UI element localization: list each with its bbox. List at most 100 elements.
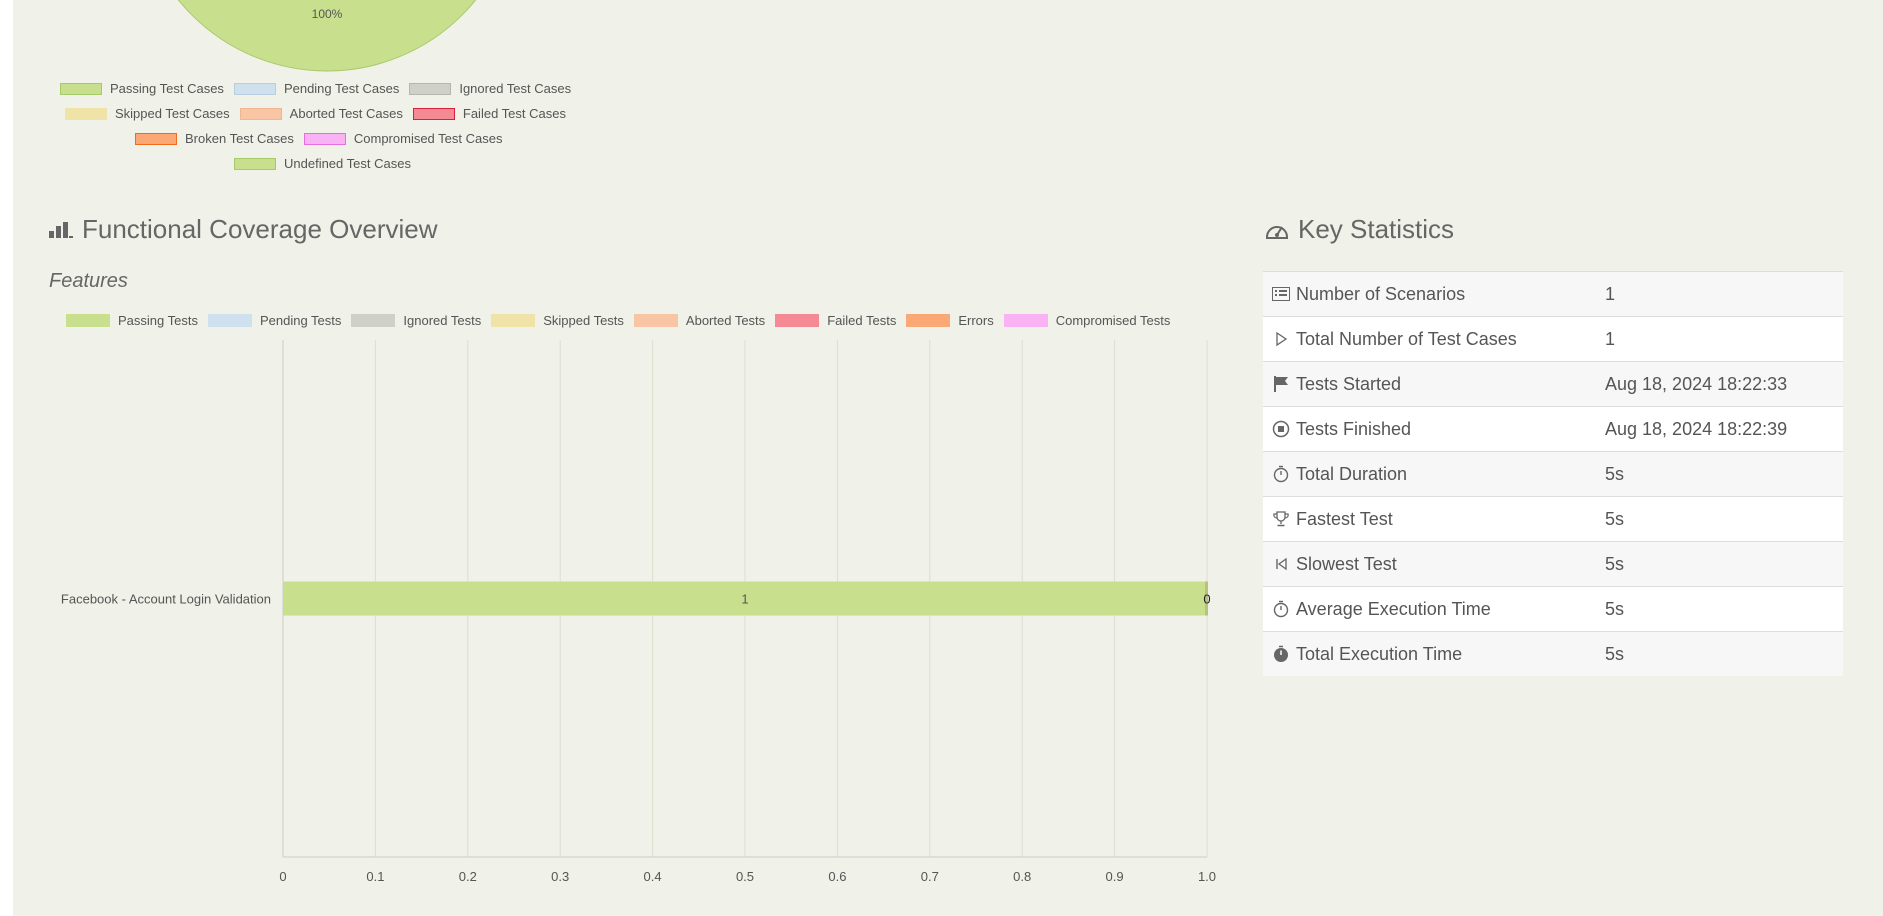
- pie-legend-row-1: Passing Test Cases Pending Test Cases Ig…: [60, 81, 581, 96]
- report-page: 100% Passing Test Cases Pending Test Cas…: [13, 0, 1883, 916]
- trophy-icon: [1272, 510, 1290, 528]
- legend-item[interactable]: Ignored Test Cases: [409, 81, 571, 96]
- stat-value: 1: [1605, 316, 1843, 362]
- x-tick-label: 1.0: [1198, 869, 1216, 884]
- stat-row: Total Number of Test Cases 1: [1263, 316, 1843, 362]
- stat-label-cell: Tests Finished: [1263, 406, 1605, 452]
- stat-label: Total Duration: [1296, 463, 1408, 484]
- chart-legend-swatch: [491, 314, 536, 327]
- stat-value: 5s: [1605, 541, 1843, 587]
- stat-label: Total Execution Time: [1296, 643, 1463, 664]
- legend-swatch: [65, 107, 107, 120]
- features-bar-chart: 0 0.1 0.2 0.3 0.4 0.5 0.6 0.7 0.8 0.9 1.0 Facebook …: [61, 340, 1216, 884]
- legend-swatch: [234, 157, 276, 170]
- x-tick-label: 0.9: [1106, 869, 1124, 884]
- x-tick-label: 0.8: [1013, 869, 1031, 884]
- bar-chart-icon: [48, 221, 74, 239]
- stat-value: 5s: [1605, 496, 1843, 542]
- legend-item[interactable]: Broken Test Cases: [135, 131, 294, 146]
- stat-label: Fastest Test: [1296, 508, 1393, 529]
- y-category-label: Facebook - Account Login Validation: [61, 592, 271, 607]
- chart-legend-item[interactable]: Failed Tests: [775, 313, 896, 328]
- play-icon: [1272, 330, 1290, 348]
- stat-row: Fastest Test 5s: [1263, 496, 1843, 542]
- chart-legend-swatch: [351, 314, 396, 327]
- stat-row: Tests Started Aug 18, 2024 18:22:33: [1263, 361, 1843, 407]
- skip-back-icon: [1272, 555, 1290, 573]
- stat-row: Tests Finished Aug 18, 2024 18:22:39: [1263, 406, 1843, 452]
- stat-label: Average Execution Time: [1296, 598, 1491, 619]
- x-tick-label: 0: [279, 869, 286, 884]
- legend-item[interactable]: Undefined Test Cases: [234, 156, 411, 171]
- legend-swatch: [409, 82, 452, 95]
- legend-swatch: [412, 107, 455, 120]
- stat-label: Number of Scenarios: [1296, 283, 1466, 304]
- x-tick-label: 0.2: [459, 869, 477, 884]
- stat-row: Number of Scenarios 1: [1263, 271, 1843, 317]
- chart-legend-swatch: [633, 314, 678, 327]
- legend-item[interactable]: Compromised Test Cases: [303, 131, 502, 146]
- chart-legend-item[interactable]: Ignored Tests: [351, 313, 481, 328]
- stat-value: 5s: [1605, 631, 1843, 676]
- bar-value-label: 1: [741, 592, 748, 607]
- stat-label: Tests Finished: [1296, 418, 1412, 439]
- stat-label-cell: Total Duration: [1263, 451, 1605, 497]
- stat-row: Slowest Test 5s: [1263, 541, 1843, 587]
- stat-value: Aug 18, 2024 18:22:33: [1605, 361, 1843, 407]
- legend-item[interactable]: Skipped Test Cases: [65, 106, 230, 121]
- stat-row: Total Duration 5s: [1263, 451, 1843, 497]
- chart-legend-item[interactable]: Pending Tests: [207, 313, 341, 328]
- legend-swatch: [135, 132, 177, 145]
- key-statistics-heading: Key Statistics: [1264, 214, 1454, 245]
- legend-swatch: [233, 82, 276, 95]
- stat-label-cell: Slowest Test: [1263, 541, 1605, 587]
- features-chart-legend: Passing Tests Pending Tests Ignored Tests S…: [66, 313, 1180, 328]
- stat-value: 5s: [1605, 586, 1843, 632]
- chart-legend-item[interactable]: Skipped Tests: [491, 313, 624, 328]
- x-tick-label: 0.6: [828, 869, 846, 884]
- stat-row: Average Execution Time 5s: [1263, 586, 1843, 632]
- list-icon: [1272, 285, 1290, 303]
- coverage-heading: Functional Coverage Overview: [48, 214, 438, 245]
- stat-label: Tests Started: [1296, 373, 1402, 394]
- stat-label: Total Number of Test Cases: [1296, 328, 1517, 349]
- key-statistics-table: Number of Scenarios 1 Total Number of Test…: [1263, 271, 1843, 676]
- stat-label-cell: Average Execution Time: [1263, 586, 1605, 632]
- chart-legend-swatch: [906, 314, 951, 327]
- stat-value: 1: [1605, 271, 1843, 317]
- stopwatch-icon: [1272, 465, 1290, 483]
- stat-label-cell: Number of Scenarios: [1263, 271, 1605, 317]
- chart-legend-item[interactable]: Compromised Tests: [1003, 313, 1170, 328]
- stat-label-cell: Total Execution Time: [1263, 631, 1605, 676]
- legend-swatch: [239, 107, 282, 120]
- pie-legend-row-3: Broken Test Cases Compromised Test Cases: [135, 131, 512, 146]
- stopwatch-filled-icon: [1272, 645, 1290, 663]
- legend-item[interactable]: Passing Test Cases: [60, 81, 224, 96]
- stopwatch-icon: [1272, 600, 1290, 618]
- x-tick-label: 0.7: [921, 869, 939, 884]
- legend-item[interactable]: Failed Test Cases: [412, 106, 566, 121]
- stat-label-cell: Total Number of Test Cases: [1263, 316, 1605, 362]
- legend-swatch: [303, 132, 346, 145]
- pie-slice-label: 100%: [312, 7, 343, 21]
- chart-legend-swatch: [207, 314, 252, 327]
- stat-label-cell: Tests Started: [1263, 361, 1605, 407]
- stat-label-cell: Fastest Test: [1263, 496, 1605, 542]
- stat-value: Aug 18, 2024 18:22:39: [1605, 406, 1843, 452]
- pie-svg: 100%: [177, 0, 477, 72]
- x-tick-label: 0.5: [736, 869, 754, 884]
- chart-legend-swatch: [1003, 314, 1048, 327]
- stat-label: Slowest Test: [1296, 553, 1397, 574]
- pie-legend-row-4: Undefined Test Cases: [234, 156, 421, 171]
- chart-legend-item[interactable]: Errors: [906, 313, 994, 328]
- x-tick-label: 0.1: [366, 869, 384, 884]
- x-tick-label: 0.4: [644, 869, 662, 884]
- legend-item[interactable]: Aborted Test Cases: [239, 106, 403, 121]
- dashboard-gauge-icon: [1264, 219, 1290, 241]
- test-cases-pie-chart: 100% Passing Test Cases Pending Test Cas…: [13, 0, 633, 180]
- x-tick-label: 0.3: [551, 869, 569, 884]
- legend-item[interactable]: Pending Test Cases: [233, 81, 399, 96]
- chart-legend-item[interactable]: Passing Tests: [66, 313, 198, 328]
- chart-legend-item[interactable]: Aborted Tests: [633, 313, 765, 328]
- chart-legend-swatch: [775, 314, 820, 327]
